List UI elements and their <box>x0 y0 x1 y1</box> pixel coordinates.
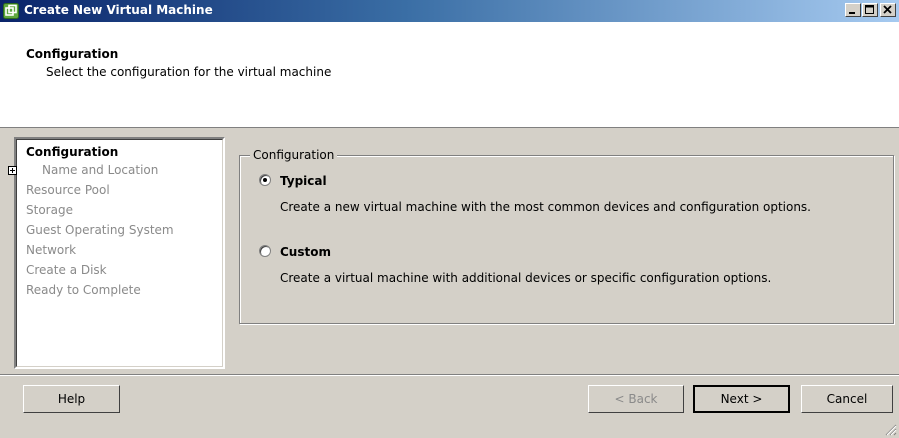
close-button[interactable] <box>880 3 896 17</box>
close-icon <box>883 5 892 14</box>
wizard-window: Create New Virtual Machine Configuration… <box>0 0 899 438</box>
vmware-app-icon <box>3 3 19 19</box>
plus-box-icon[interactable] <box>8 166 17 175</box>
step-name-and-location: Name and Location <box>42 163 159 177</box>
typical-option-description: Create a new virtual machine with the mo… <box>280 200 811 214</box>
wizard-steps-panel: Configuration Name and Location Resource… <box>14 137 225 369</box>
typical-radio[interactable] <box>259 174 271 186</box>
step-storage: Storage <box>26 203 73 217</box>
step-configuration[interactable]: Configuration <box>26 145 118 159</box>
step-guest-operating-system: Guest Operating System <box>26 223 174 237</box>
page-subtitle: Select the configuration for the virtual… <box>46 65 332 79</box>
step-ready-to-complete: Ready to Complete <box>26 283 141 297</box>
next-button[interactable]: Next > <box>693 385 790 413</box>
step-network: Network <box>26 243 77 257</box>
footer-divider <box>0 374 899 376</box>
custom-radio[interactable] <box>259 245 271 257</box>
wizard-header: Configuration Select the configuration f… <box>0 22 899 128</box>
typical-option-label[interactable]: Typical <box>280 174 327 188</box>
minimize-icon <box>849 12 855 14</box>
minimize-button[interactable] <box>845 3 861 17</box>
maximize-button[interactable] <box>862 3 878 17</box>
custom-option-label[interactable]: Custom <box>280 245 331 259</box>
configuration-group-legend: Configuration <box>250 148 338 162</box>
custom-option-description: Create a virtual machine with additional… <box>280 271 772 285</box>
resize-grip-icon[interactable] <box>883 422 897 436</box>
maximize-icon <box>865 5 874 14</box>
step-create-a-disk: Create a Disk <box>26 263 107 277</box>
page-title: Configuration <box>26 47 119 61</box>
radio-selected-dot <box>263 178 267 182</box>
cancel-button[interactable]: Cancel <box>801 385 893 413</box>
back-button[interactable]: < Back <box>588 385 684 413</box>
window-title: Create New Virtual Machine <box>24 3 213 17</box>
step-resource-pool: Resource Pool <box>26 183 110 197</box>
configuration-group <box>239 155 894 324</box>
help-button[interactable]: Help <box>23 385 120 413</box>
title-bar[interactable]: Create New Virtual Machine <box>0 0 899 22</box>
